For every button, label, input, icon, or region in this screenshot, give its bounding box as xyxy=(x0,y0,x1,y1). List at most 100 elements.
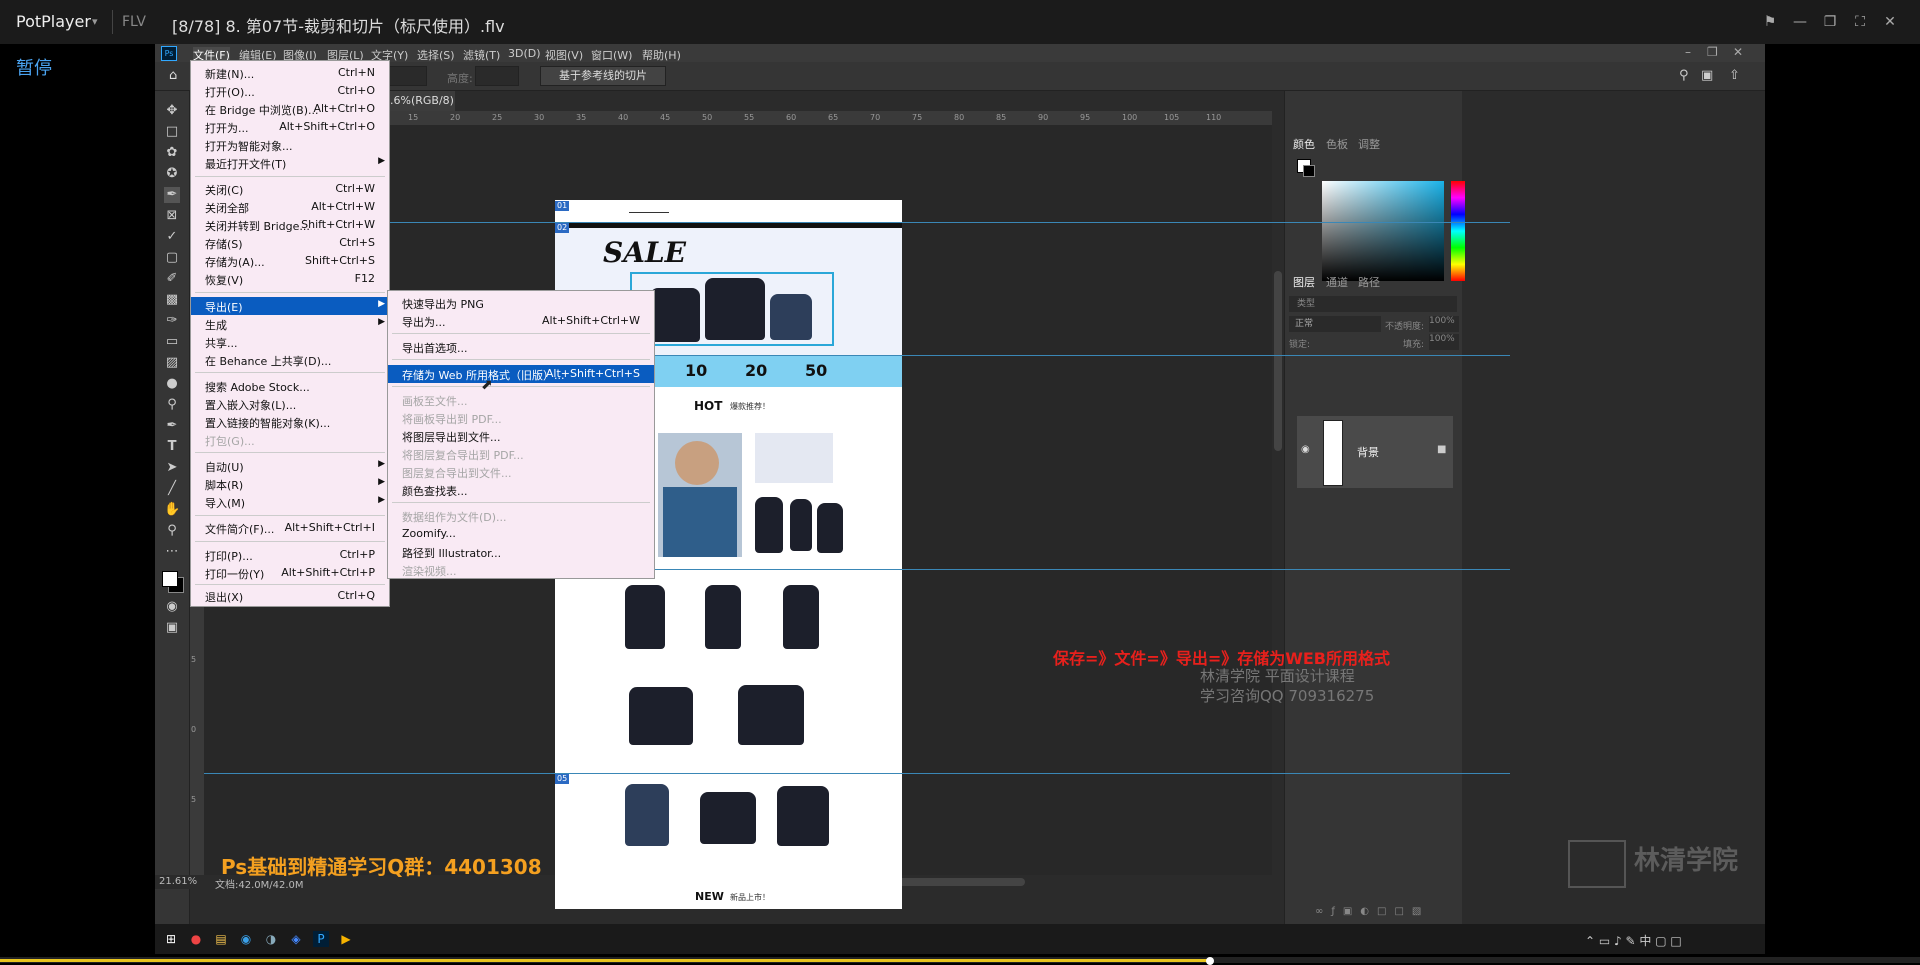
history-brush-tool-icon[interactable]: ✑ xyxy=(164,313,180,329)
guide-line[interactable] xyxy=(204,773,1510,774)
menu-item-adobe-stock[interactable]: 搜索 Adobe Stock... xyxy=(191,377,389,395)
layer-row-background[interactable]: ◉ 背景 ■ xyxy=(1297,416,1453,488)
menu-item-place-linked[interactable]: 置入链接的智能对象(K)... xyxy=(191,413,389,431)
healing-tool-icon[interactable]: ▢ xyxy=(164,250,180,266)
menu-filter[interactable]: 滤镜(T) xyxy=(463,47,500,63)
chevron-down-icon[interactable]: ▾ xyxy=(92,15,98,28)
menu-item-open[interactable]: 打开(O)... Ctrl+O xyxy=(191,82,389,100)
frame-tool-icon[interactable]: ⊠ xyxy=(164,208,180,224)
scroll-thumb[interactable] xyxy=(1274,271,1282,451)
menu-item-color-lookup[interactable]: 颜色查找表... xyxy=(388,481,654,499)
player-brand[interactable]: PotPlayer xyxy=(16,12,91,31)
menu-item-close-go-bridge[interactable]: 关闭并转到 Bridge... Shift+Ctrl+W xyxy=(191,216,389,234)
share-icon[interactable]: ⇧ xyxy=(1729,68,1740,83)
menu-item-browse-bridge[interactable]: 在 Bridge 中浏览(B)... Alt+Ctrl+O xyxy=(191,100,389,118)
hue-slider[interactable] xyxy=(1451,181,1465,281)
color-picker-field[interactable] xyxy=(1322,181,1444,281)
tab-paths[interactable]: 路径 xyxy=(1358,274,1380,290)
layer-panel-footer-icons[interactable]: ∞ƒ▣◐□□▧ xyxy=(1315,906,1429,917)
height-field[interactable] xyxy=(475,66,519,86)
menu-item-save-as[interactable]: 存储为(A)... Shift+Ctrl+S xyxy=(191,252,389,270)
menu-item-behance[interactable]: 在 Behance 上共享(D)... xyxy=(191,351,389,369)
app-icon[interactable]: ● xyxy=(188,931,204,947)
opacity-field[interactable]: 100% xyxy=(1429,316,1459,332)
blur-tool-icon[interactable]: ● xyxy=(164,376,180,392)
menu-item-automate[interactable]: 自动(U) ▶ xyxy=(191,457,389,475)
menu-item-print[interactable]: 打印(P)... Ctrl+P xyxy=(191,546,389,564)
menu-item-revert[interactable]: 恢复(V) F12 xyxy=(191,270,389,288)
ps-minimize-icon[interactable]: – xyxy=(1685,45,1691,59)
dodge-tool-icon[interactable]: ⚲ xyxy=(164,397,180,413)
fullscreen-icon[interactable]: ⛶ xyxy=(1850,12,1870,32)
slice-from-guides-button[interactable]: 基于参考线的切片 xyxy=(540,66,666,86)
menu-item-layers-to-files[interactable]: 将图层导出到文件... xyxy=(388,427,654,445)
menu-window[interactable]: 窗口(W) xyxy=(591,47,632,63)
quick-mask-icon[interactable]: ◉ xyxy=(164,599,180,615)
playback-progress-bar[interactable] xyxy=(0,957,1920,965)
menu-item-export[interactable]: 导出(E) ▶ xyxy=(191,297,389,315)
menu-item-generate[interactable]: 生成 ▶ xyxy=(191,315,389,333)
tab-layers[interactable]: 图层 xyxy=(1293,274,1315,290)
menu-item-share[interactable]: 共享... xyxy=(191,333,389,351)
search-icon[interactable]: ⚲ xyxy=(1679,68,1689,83)
menu-item-file-info[interactable]: 文件简介(F)... Alt+Shift+Ctrl+I xyxy=(191,519,389,537)
menu-3d[interactable]: 3D(D) xyxy=(508,47,541,60)
hand-tool-icon[interactable]: ✋ xyxy=(164,502,180,518)
menu-item-close[interactable]: 关闭(C) Ctrl+W xyxy=(191,180,389,198)
ps-close-icon[interactable]: ✕ xyxy=(1733,45,1743,59)
tab-color[interactable]: 颜色 xyxy=(1293,136,1315,152)
panel-bg-swatch[interactable] xyxy=(1303,165,1315,177)
ime-indicator[interactable]: 中 xyxy=(1639,934,1651,948)
menu-help[interactable]: 帮助(H) xyxy=(642,47,681,63)
marquee-tool-icon[interactable]: □ xyxy=(164,124,180,140)
eraser-tool-icon[interactable]: ▭ xyxy=(164,334,180,350)
fill-field[interactable]: 100% xyxy=(1429,334,1459,350)
more-tools-icon[interactable]: ⋯ xyxy=(164,544,180,560)
brush-tool-icon[interactable]: ✐ xyxy=(164,271,180,287)
app-icon[interactable]: ◈ xyxy=(288,931,304,947)
menu-item-recent[interactable]: 最近打开文件(T) ▶ xyxy=(191,154,389,172)
zoom-level[interactable]: 21.61% xyxy=(159,876,197,887)
menu-item-paths-to-illustrator[interactable]: 路径到 Illustrator... xyxy=(388,543,654,561)
tab-swatches[interactable]: 色板 xyxy=(1326,136,1348,152)
menu-item-export-preferences[interactable]: 导出首选项... xyxy=(388,338,654,356)
menu-item-zoomify[interactable]: Zoomify... xyxy=(388,525,654,543)
gradient-tool-icon[interactable]: ▨ xyxy=(164,355,180,371)
progress-knob[interactable] xyxy=(1205,957,1214,965)
menu-item-save-for-web[interactable]: 存储为 Web 所用格式（旧版）... Alt+Shift+Ctrl+S xyxy=(388,365,654,383)
menu-select[interactable]: 选择(S) xyxy=(417,47,455,63)
close-icon[interactable]: ✕ xyxy=(1880,12,1900,32)
menu-item-save[interactable]: 存储(S) Ctrl+S xyxy=(191,234,389,252)
slice-tag[interactable]: 05 xyxy=(555,774,570,784)
menu-item-export-as[interactable]: 导出为... Alt+Shift+Ctrl+W xyxy=(388,312,654,330)
menu-item-exit[interactable]: 退出(X) Ctrl+Q xyxy=(191,587,389,605)
stamp-tool-icon[interactable]: ▩ xyxy=(164,292,180,308)
move-tool-icon[interactable]: ✥ xyxy=(164,103,180,119)
layer-filter-input[interactable]: 类型 xyxy=(1289,296,1457,312)
app-icon[interactable]: ◑ xyxy=(263,931,279,947)
home-icon[interactable]: ⌂ xyxy=(169,68,185,83)
menu-item-open-as[interactable]: 打开为... Alt+Shift+Ctrl+O xyxy=(191,118,389,136)
windows-start-icon[interactable]: ⊞ xyxy=(163,931,179,947)
tab-channels[interactable]: 通道 xyxy=(1326,274,1348,290)
menu-view[interactable]: 视图(V) xyxy=(545,47,583,63)
line-tool-icon[interactable]: ╱ xyxy=(164,481,180,497)
slice-tag[interactable]: 02 xyxy=(555,223,570,233)
screen-mode-icon[interactable]: ▣ xyxy=(164,620,180,636)
path-select-tool-icon[interactable]: ➤ xyxy=(164,460,180,476)
minimize-icon[interactable]: — xyxy=(1790,12,1810,32)
pin-icon[interactable]: ⚑ xyxy=(1760,12,1780,32)
quick-select-tool-icon[interactable]: ✪ xyxy=(164,166,180,182)
visibility-eye-icon[interactable]: ◉ xyxy=(1301,444,1310,455)
folder-icon[interactable]: ▤ xyxy=(213,931,229,947)
slice-tag[interactable]: 01 xyxy=(555,201,570,211)
menu-item-new[interactable]: 新建(N)... Ctrl+N xyxy=(191,64,389,82)
pen-tool-icon[interactable]: ✒ xyxy=(164,418,180,434)
menu-item-print-one[interactable]: 打印一份(Y) Alt+Shift+Ctrl+P xyxy=(191,564,389,582)
vertical-scrollbar[interactable] xyxy=(1272,111,1284,875)
browser-icon[interactable]: ◉ xyxy=(238,931,254,947)
menu-item-import[interactable]: 导入(M) ▶ xyxy=(191,493,389,511)
lasso-tool-icon[interactable]: ✿ xyxy=(164,145,180,161)
menu-item-place-embedded[interactable]: 置入嵌入对象(L)... xyxy=(191,395,389,413)
eyedropper-tool-icon[interactable]: ✓ xyxy=(164,229,180,245)
